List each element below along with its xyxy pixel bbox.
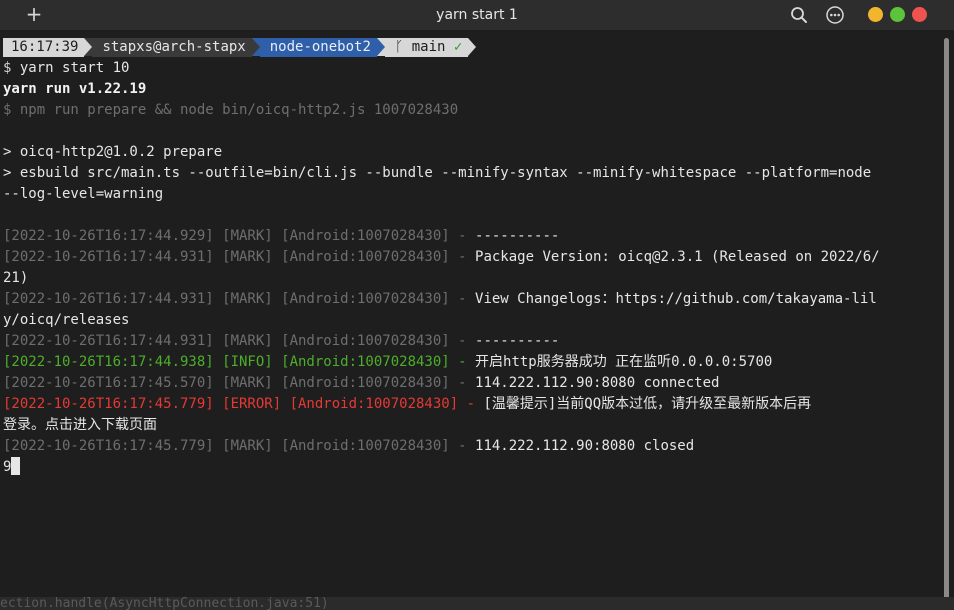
log-line-cont: 21) — [3, 270, 29, 286]
scrollbar-thumb[interactable] — [944, 38, 949, 600]
prompt-git: ᚴ main ✓ — [384, 38, 469, 57]
log-line: [2022-10-26T16:17:44.931] [MARK] [Androi… — [3, 289, 877, 310]
prompt-directory: node-onebot2 — [259, 38, 377, 57]
log-prefix: [2022-10-26T16:17:45.779] [MARK] [Androi… — [3, 438, 467, 454]
log-prefix: [2022-10-26T16:17:44.938] [INFO] [Androi… — [3, 354, 467, 370]
log-line-cont: 登录。点击进入下载页面 — [3, 417, 157, 433]
background-window-text: ection.handle(AsyncHttpConnection.java:5… — [0, 597, 954, 610]
window-title: yarn start 1 — [436, 7, 518, 23]
log-message: ---------- — [466, 333, 560, 349]
log-line: [2022-10-26T16:17:44.931] [MARK] [Androi… — [3, 247, 880, 268]
terminal-window: + yarn start 1 16:17:39 stapxs@arch-stapx… — [0, 0, 954, 610]
input-text: 9 — [3, 459, 12, 475]
esbuild-line: > esbuild src/main.ts --outfile=bin/cli.… — [3, 165, 872, 181]
close-button[interactable] — [912, 7, 927, 22]
log-prefix: [2022-10-26T16:17:45.779] [ERROR] [Andro… — [3, 396, 476, 412]
prompt-separator — [84, 38, 93, 56]
prepare-line: > oicq-http2@1.0.2 prepare — [3, 144, 223, 160]
log-prefix: [2022-10-26T16:17:44.931] [MARK] [Androi… — [3, 249, 467, 265]
yarn-version-line: yarn run v1.22.19 — [3, 81, 147, 97]
prompt-separator — [251, 38, 260, 56]
input-line[interactable]: 9 — [3, 457, 21, 478]
scrollbar[interactable] — [940, 36, 954, 604]
log-message: 114.222.112.90:8080 connected — [466, 375, 720, 391]
git-status-check-icon: ✓ — [453, 39, 463, 55]
log-line-error: [2022-10-26T16:17:45.779] [ERROR] [Andro… — [3, 394, 811, 415]
command-text: yarn start 10 — [11, 60, 130, 76]
prompt-user-host: stapxs@arch-stapx — [92, 38, 252, 57]
log-message: Package Version: oicq@2.3.1 (Released on… — [466, 249, 880, 265]
maximize-button[interactable] — [890, 7, 905, 22]
prompt-separator — [376, 38, 385, 56]
log-message: 开启http服务器成功 正在监听0.0.0.0:5700 — [466, 354, 773, 370]
prompt-separator — [468, 38, 477, 56]
log-line: [2022-10-26T16:17:44.931] [MARK] [Androi… — [3, 331, 559, 352]
esbuild-line-cont: --log-level=warning — [3, 186, 164, 202]
git-branch-name: main — [411, 39, 446, 55]
log-line: [2022-10-26T16:17:45.570] [MARK] [Androi… — [3, 373, 719, 394]
log-line-cont: y/oicq/releases — [3, 312, 130, 328]
text-cursor — [11, 457, 21, 475]
log-line: [2022-10-26T16:17:44.929] [MARK] [Androi… — [3, 226, 559, 247]
log-prefix: [2022-10-26T16:17:44.931] [MARK] [Androi… — [3, 333, 467, 349]
log-prefix: [2022-10-26T16:17:44.931] [MARK] [Androi… — [3, 291, 467, 307]
command-line: $ yarn start 10 — [3, 58, 129, 79]
log-line: [2022-10-26T16:17:45.779] [MARK] [Androi… — [3, 436, 694, 457]
more-icon[interactable] — [825, 5, 845, 25]
minimize-button[interactable] — [868, 7, 883, 22]
npm-command-line: $ npm run prepare && node bin/oicq-http2… — [3, 102, 459, 118]
log-message: View Changelogs：https://github.com/takay… — [466, 291, 877, 307]
prompt-bar: 16:17:39 stapxs@arch-stapx node-onebot2 ᚴ m… — [3, 38, 477, 57]
plus-icon[interactable]: + — [24, 4, 44, 24]
log-message: ---------- — [466, 228, 560, 244]
search-icon[interactable] — [789, 5, 809, 25]
terminal-output[interactable]: 16:17:39 stapxs@arch-stapx node-onebot2 ᚴ m… — [0, 36, 940, 606]
log-message: [温馨提示]当前QQ版本过低，请升级至最新版本后再 — [475, 396, 812, 412]
log-prefix: [2022-10-26T16:17:45.570] [MARK] [Androi… — [3, 375, 467, 391]
title-bar: + yarn start 1 — [0, 0, 954, 30]
log-message: 114.222.112.90:8080 closed — [466, 438, 695, 454]
log-prefix: [2022-10-26T16:17:44.929] [MARK] [Androi… — [3, 228, 467, 244]
log-line-info: [2022-10-26T16:17:44.938] [INFO] [Androi… — [3, 352, 772, 373]
prompt-time: 16:17:39 — [3, 38, 85, 57]
git-branch-icon: ᚴ — [394, 39, 404, 55]
